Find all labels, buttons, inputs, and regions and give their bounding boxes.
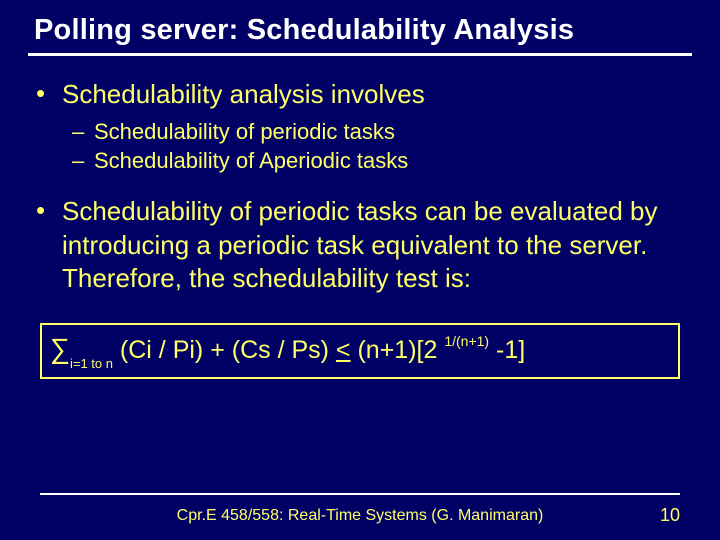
bullet-text: Schedulability analysis involves bbox=[62, 78, 684, 111]
sub-bullet-item: – Schedulability of periodic tasks bbox=[72, 117, 684, 146]
formula-subscript: i=1 to n bbox=[70, 356, 113, 371]
slide: Polling server: Schedulability Analysis … bbox=[0, 0, 720, 540]
bullet-text: Schedulability of periodic tasks can be … bbox=[62, 195, 684, 295]
bullet-item: • Schedulability analysis involves bbox=[36, 78, 684, 111]
formula-superscript: 1/(n+1) bbox=[444, 333, 489, 349]
sub-bullet-text: Schedulability of periodic tasks bbox=[94, 117, 684, 146]
footer-row: Cpr.E 458/558: Real-Time Systems (G. Man… bbox=[40, 505, 680, 526]
formula-part: (Ci / Pi) + (Cs / Ps) bbox=[113, 336, 336, 364]
sub-list: – Schedulability of periodic tasks – Sch… bbox=[72, 117, 684, 175]
bullet-dash: – bbox=[72, 117, 94, 146]
bullet-dash: – bbox=[72, 146, 94, 175]
slide-title: Polling server: Schedulability Analysis bbox=[28, 14, 692, 56]
slide-content: • Schedulability analysis involves – Sch… bbox=[28, 78, 692, 379]
page-number: 10 bbox=[660, 505, 680, 526]
bullet-item: • Schedulability of periodic tasks can b… bbox=[36, 195, 684, 295]
footer-rule bbox=[40, 493, 680, 495]
bullet-dot: • bbox=[36, 78, 62, 111]
formula: ∑i=1 to n (Ci / Pi) + (Cs / Ps) < (n+1)[… bbox=[40, 323, 680, 379]
formula-box: ∑i=1 to n (Ci / Pi) + (Cs / Ps) < (n+1)[… bbox=[40, 323, 680, 379]
sigma-icon: ∑ bbox=[50, 333, 70, 364]
sub-bullet-text: Schedulability of Aperiodic tasks bbox=[94, 146, 684, 175]
footer-course: Cpr.E 458/558: Real-Time Systems (G. Man… bbox=[0, 507, 720, 525]
slide-footer: Cpr.E 458/558: Real-Time Systems (G. Man… bbox=[0, 493, 720, 526]
formula-part: -1] bbox=[489, 336, 525, 364]
bullet-dot: • bbox=[36, 195, 62, 295]
sub-bullet-item: – Schedulability of Aperiodic tasks bbox=[72, 146, 684, 175]
le-symbol: < bbox=[336, 336, 351, 364]
formula-part: (n+1)[2 bbox=[351, 336, 445, 364]
